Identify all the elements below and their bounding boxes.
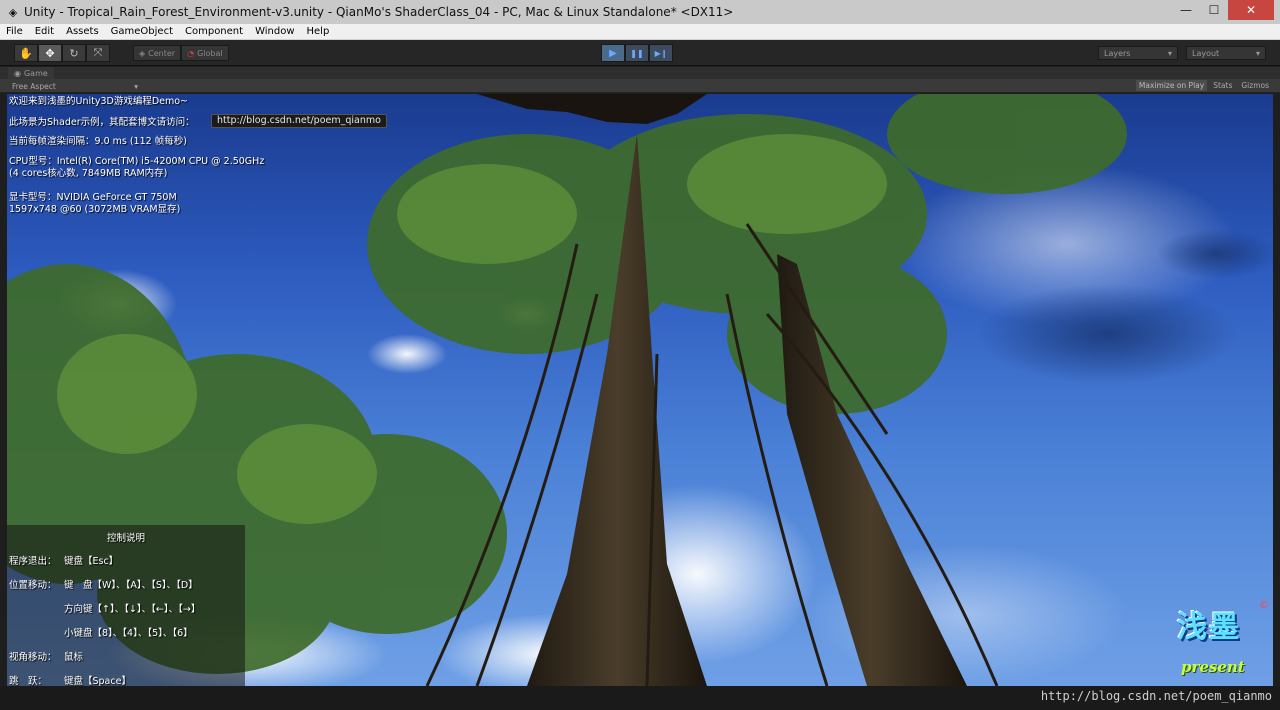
layout-dropdown[interactable]: Layout ▾ xyxy=(1186,46,1266,60)
dropdown-arrow-icon: ▾ xyxy=(134,81,138,91)
controls-value-jump: 键盘【Space】 xyxy=(64,676,131,686)
pivot-toggles: ◈ Center ◔ Global xyxy=(133,44,229,62)
play-button[interactable]: ▶ xyxy=(601,44,625,62)
menu-gameobject[interactable]: GameObject xyxy=(105,26,179,37)
aspect-dropdown[interactable]: Free Aspect ▾ xyxy=(12,81,138,91)
blog-url-field[interactable]: http://blog.csdn.net/poem_qianmo xyxy=(211,114,387,128)
step-icon: ▶❙ xyxy=(654,48,668,58)
dropdown-arrow-icon: ▾ xyxy=(1167,48,1172,58)
controls-value-look: 鼠标 xyxy=(64,652,84,663)
transform-tools: ✋ ✥ ↻ ⤧ xyxy=(14,44,110,62)
main-toolbar: ✋ ✥ ↻ ⤧ ◈ Center ◔ Global ▶ ❚❚ ▶❙ Layers ▾… xyxy=(0,40,1280,66)
layers-dropdown[interactable]: Layers ▾ xyxy=(1098,46,1178,60)
cpu-info-line1: CPU型号：Intel(R) Core(TM) i5-4200M CPU @ 2… xyxy=(9,156,265,167)
gpu-info-line1: 显卡型号：NVIDIA GeForce GT 750M xyxy=(9,192,177,203)
controls-value-move-numpad: 小键盘【8】、【4】、【5】、【6】 xyxy=(64,628,193,639)
step-button[interactable]: ▶❙ xyxy=(649,44,673,62)
menu-bar: File Edit Assets GameObject Component Wi… xyxy=(0,24,1280,40)
rotate-tool-button[interactable]: ↻ xyxy=(62,44,86,62)
minimize-button[interactable]: — xyxy=(1172,0,1200,20)
unity-editor-window: ◈ Unity - Tropical_Rain_Forest_Environme… xyxy=(0,0,1280,710)
maximize-on-play-toggle[interactable]: Maximize on Play xyxy=(1135,80,1208,91)
menu-file[interactable]: File xyxy=(0,26,29,37)
move-icon: ✥ xyxy=(45,46,55,60)
blog-watermark: http://blog.csdn.net/poem_qianmo xyxy=(1040,689,1272,703)
status-bar: http://blog.csdn.net/poem_qianmo xyxy=(0,686,1280,710)
maximize-button[interactable]: ☐ xyxy=(1200,0,1228,20)
game-view[interactable]: 欢迎来到浅墨的Unity3D游戏编程Demo~ 此场景为Shader示例，其配套… xyxy=(7,94,1273,686)
logo-brand: 浅墨 xyxy=(1177,610,1241,645)
tab-game[interactable]: ◉ Game xyxy=(8,67,54,79)
stats-toggle[interactable]: Stats xyxy=(1210,80,1235,91)
game-icon: ◉ xyxy=(14,68,21,78)
controls-label-exit: 程序退出： xyxy=(9,556,57,567)
qianmo-logo: 浅墨 present © xyxy=(1177,600,1269,682)
copyright-icon: © xyxy=(1259,600,1269,611)
frame-time-text: 当前每帧渲染间隔：9.0 ms (112 帧每秒) xyxy=(9,136,187,147)
globe-icon: ◔ xyxy=(187,48,195,58)
gpu-info-line2: 1597x748 @60 (3072MB VRAM显存) xyxy=(9,204,181,215)
hand-icon: ✋ xyxy=(19,46,33,60)
pause-button[interactable]: ❚❚ xyxy=(625,44,649,62)
controls-value-exit: 键盘【Esc】 xyxy=(64,556,119,567)
game-view-toolbar: Free Aspect ▾ Maximize on Play Stats Giz… xyxy=(0,79,1280,93)
cpu-info-line2: (4 cores核心数, 7849MB RAM内存) xyxy=(9,168,168,179)
menu-component[interactable]: Component xyxy=(179,26,249,37)
controls-label-jump: 跳 跃： xyxy=(9,676,48,686)
gizmos-dropdown[interactable]: Gizmos xyxy=(1238,80,1272,91)
menu-window[interactable]: Window xyxy=(249,26,300,37)
playback-controls: ▶ ❚❚ ▶❙ xyxy=(601,44,673,62)
rotate-icon: ↻ xyxy=(69,46,79,60)
controls-value-move-arrows: 方向键【↑】、【↓】、【←】、【→】 xyxy=(64,604,201,615)
title-bar: ◈ Unity - Tropical_Rain_Forest_Environme… xyxy=(0,0,1280,24)
window-controls: — ☐ ✕ xyxy=(1172,0,1274,20)
controls-help-panel: 控制说明 程序退出： 键盘【Esc】 位置移动： 键 盘【W】、【A】、【S】、… xyxy=(7,525,245,686)
controls-help-title: 控制说明 xyxy=(106,533,145,544)
pivot-global-button[interactable]: ◔ Global xyxy=(181,45,229,61)
logo-present: present xyxy=(1181,658,1245,676)
controls-label-look: 视角移动： xyxy=(9,652,57,663)
scale-icon: ⤧ xyxy=(93,46,103,59)
pivot-icon: ◈ xyxy=(139,48,146,58)
window-title: Unity - Tropical_Rain_Forest_Environment… xyxy=(24,5,734,19)
welcome-text: 欢迎来到浅墨的Unity3D游戏编程Demo~ xyxy=(9,96,189,107)
menu-assets[interactable]: Assets xyxy=(60,26,105,37)
unity-icon: ◈ xyxy=(8,5,18,19)
shader-intro-text: 此场景为Shader示例，其配套博文请访问： xyxy=(9,117,195,128)
menu-help[interactable]: Help xyxy=(301,26,336,37)
pivot-center-button[interactable]: ◈ Center xyxy=(133,45,182,61)
controls-value-move-wasd: 键 盘【W】、【A】、【S】、【D】 xyxy=(64,580,198,591)
dropdown-arrow-icon: ▾ xyxy=(1255,48,1260,58)
hand-tool-button[interactable]: ✋ xyxy=(14,44,38,62)
panel-tab-bar: ◉ Game xyxy=(0,67,1280,79)
controls-label-move: 位置移动： xyxy=(9,580,57,591)
close-button[interactable]: ✕ xyxy=(1228,0,1274,20)
play-icon: ▶ xyxy=(609,47,617,59)
menu-edit[interactable]: Edit xyxy=(29,26,60,37)
scale-tool-button[interactable]: ⤧ xyxy=(86,44,110,62)
move-tool-button[interactable]: ✥ xyxy=(38,44,62,62)
pause-icon: ❚❚ xyxy=(630,48,644,58)
